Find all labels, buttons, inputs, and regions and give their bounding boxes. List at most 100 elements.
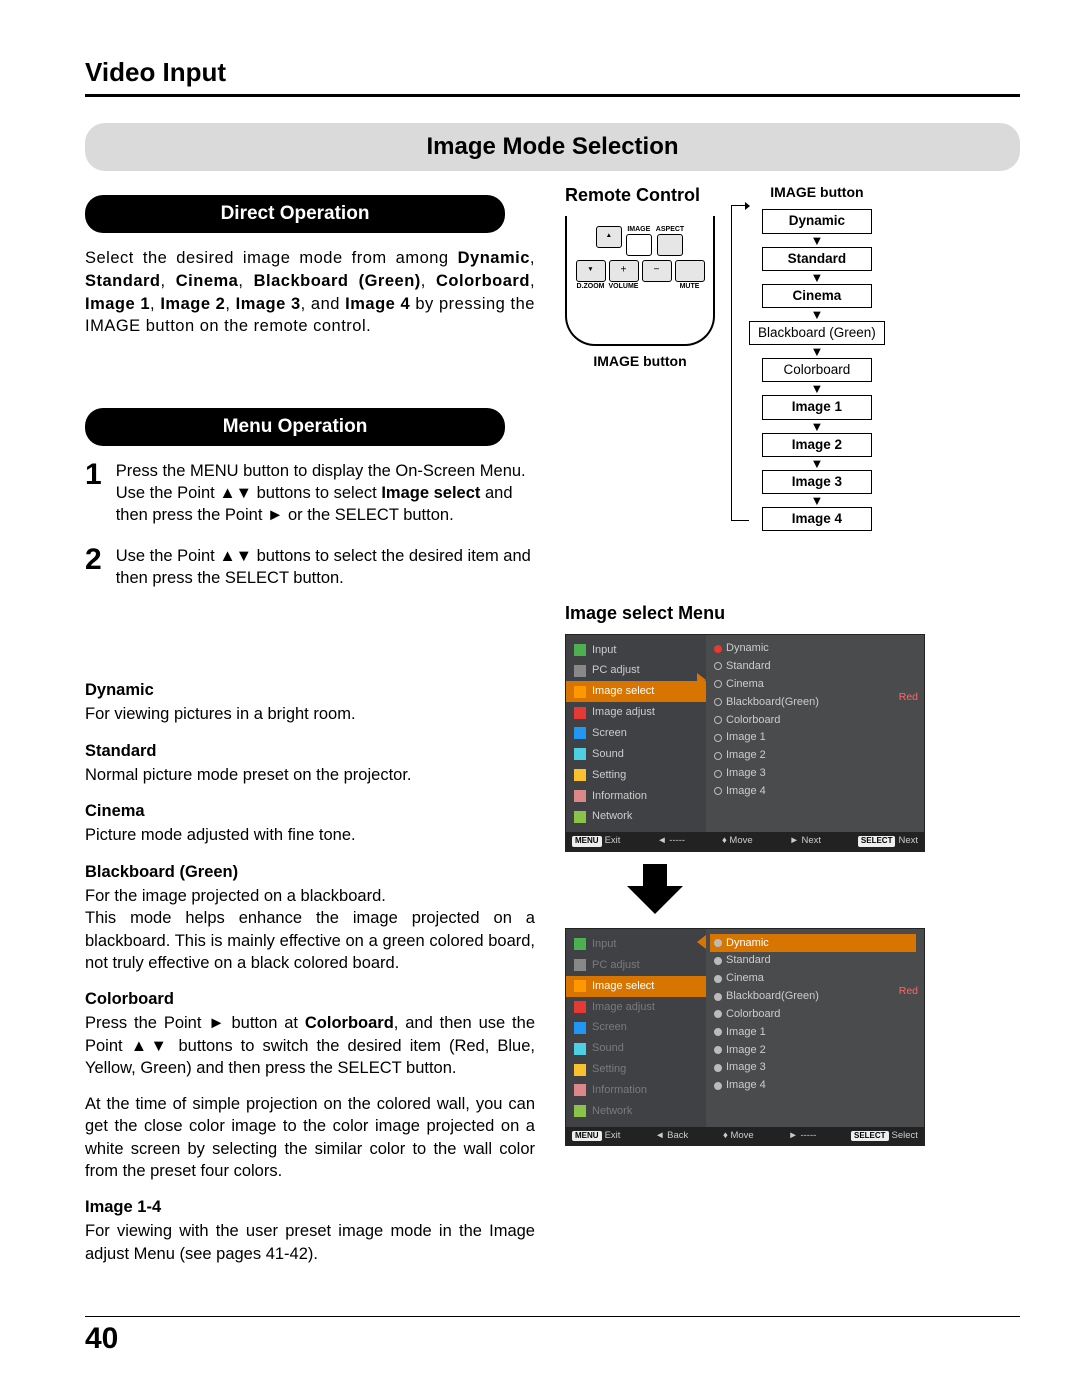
osd-menu-item: Screen [566, 723, 706, 744]
menu-step: 2 Use the Point ▲▼ buttons to select the… [85, 545, 535, 590]
osd-option: Dynamic [714, 640, 916, 658]
remote-btn-minus: － [642, 260, 672, 282]
flow-box: Image 1 [762, 395, 872, 419]
osd-footer-next: ► ----- [788, 1130, 816, 1143]
osd-menu-label: Information [592, 1083, 647, 1098]
osd-footer-2: MENUExit ◄ Back ♦ Move ► ----- SELECTSel… [566, 1127, 924, 1146]
osd-menu-item: Input [566, 640, 706, 661]
osd-menu-label: Image select [592, 684, 654, 699]
remote-btn-up: ▲ [596, 226, 622, 248]
osd-option: Colorboard [714, 1005, 916, 1023]
remote-btn-down: ▼ [576, 260, 606, 282]
flow-arrow-icon: ▼ [810, 496, 823, 505]
osd-menu-label: Sound [592, 747, 624, 762]
osd-footer-1: MENUExit ◄ ----- ♦ Move ► Next SELECTNex… [566, 832, 924, 851]
step-number: 1 [85, 460, 102, 527]
remote-btn-aspect [657, 234, 683, 256]
osd-option: Image 4 [714, 1077, 916, 1095]
mode-block: DynamicFor viewing pictures in a bright … [85, 679, 535, 726]
osd-menu-label: Sound [592, 1041, 624, 1056]
osd-option: Image 1 [714, 729, 916, 747]
osd-option: Image 3 [714, 765, 916, 783]
step-number: 2 [85, 545, 102, 590]
osd-menu-item: PC adjust [566, 660, 706, 681]
mode-desc: Press the Point ► button at Colorboard, … [85, 1012, 535, 1079]
remote-diagram: ▲ IMAGE ASPECT ▼ [565, 216, 715, 346]
osd-menu-icon [574, 686, 586, 698]
down-arrow-icon [625, 864, 1020, 914]
mode-name: Cinema [85, 800, 535, 822]
osd-menu-item: Image adjust [566, 997, 706, 1018]
osd-footer-back: ◄ Back [655, 1130, 688, 1143]
osd-pointer-right [697, 673, 706, 687]
osd-option: Image 4 [714, 782, 916, 800]
osd-menu-icon [574, 707, 586, 719]
flow-box: Colorboard [762, 358, 872, 382]
osd-menu-item: Setting [566, 1059, 706, 1080]
remote-lbl-aspect: ASPECT [656, 226, 684, 233]
mode-descriptions: DynamicFor viewing pictures in a bright … [85, 679, 535, 1265]
mode-desc: For viewing pictures in a bright room. [85, 703, 535, 725]
flow-arrow-icon: ▼ [810, 384, 823, 393]
flow-box: Image 3 [762, 470, 872, 494]
osd-heading: Image select Menu [565, 601, 1020, 625]
osd-menu-icon [574, 727, 586, 739]
remote-btn-image [626, 234, 652, 256]
osd-menu-label: PC adjust [592, 663, 640, 678]
osd-option: Standard [714, 952, 916, 970]
mode-name: Image 1-4 [85, 1196, 535, 1218]
osd-menu-item: Image select [566, 976, 706, 997]
osd-menu-label: Input [592, 937, 616, 952]
osd-option: Standard [714, 657, 916, 675]
flow-box: Image 4 [762, 507, 872, 531]
osd-menu-icon [574, 769, 586, 781]
osd-option: Blackboard(Green) [714, 693, 916, 711]
image-button-flow: IMAGE button Dynamic▼Standard▼Cinema▼Bla… [729, 183, 885, 531]
mode-desc: For viewing with the user preset image m… [85, 1220, 535, 1265]
osd-menu-item: Image adjust [566, 702, 706, 723]
direct-operation-text: Select the desired image mode from among… [85, 247, 535, 338]
osd-footer-exit: MENUExit [572, 1130, 620, 1143]
flow-box: Cinema [762, 284, 872, 308]
osd-menu-icon [574, 790, 586, 802]
osd-menu-label: PC adjust [592, 958, 640, 973]
osd-option: Image 2 [714, 1041, 916, 1059]
remote-btn-plus: ＋ [609, 260, 639, 282]
osd-menu-icon [574, 1064, 586, 1076]
flow-arrow-icon: ▼ [810, 310, 823, 319]
mode-name: Blackboard (Green) [85, 861, 535, 883]
osd-menu-item: Network [566, 806, 706, 827]
osd-menu-item: Image select [566, 681, 706, 702]
osd-option: Colorboard [714, 711, 916, 729]
osd-menu-item: Sound [566, 744, 706, 765]
remote-lbl-image: IMAGE [627, 226, 650, 233]
osd-footer-move: ♦ Move [722, 835, 753, 848]
osd-menu-label: Image select [592, 979, 654, 994]
flow-arrow-icon: ▼ [810, 422, 823, 431]
osd-menu-icon [574, 1001, 586, 1013]
osd-menu-item: Sound [566, 1038, 706, 1059]
menu-step: 1 Press the MENU button to display the O… [85, 460, 535, 527]
osd-menu-icon [574, 665, 586, 677]
osd-menu-item: PC adjust [566, 955, 706, 976]
flow-box: Dynamic [762, 209, 872, 233]
page-number: 40 [85, 1319, 118, 1360]
osd-menu-icon [574, 959, 586, 971]
osd-menu-label: Setting [592, 1062, 626, 1077]
osd-menu-label: Screen [592, 1020, 627, 1035]
mode-block: Blackboard (Green)For the image projecte… [85, 861, 535, 974]
right-column: Remote Control ▲ IMAGE ASPECT [565, 183, 1020, 1279]
osd-menu-item: Input [566, 934, 706, 955]
step-text: Use the Point ▲▼ buttons to select the d… [116, 545, 535, 590]
pill-menu-operation: Menu Operation [85, 408, 505, 446]
remote-lbl-mute: MUTE [680, 283, 700, 290]
osd-menu-label: Information [592, 789, 647, 804]
osd-footer-select: SELECTSelect [851, 1130, 918, 1143]
flow-box: Standard [762, 247, 872, 271]
remote-lbl-dzoom: D.ZOOM [577, 283, 605, 290]
mode-block: Image 1-4For viewing with the user prese… [85, 1196, 535, 1265]
osd-menu-label: Network [592, 1104, 632, 1119]
flow-arrow-icon: ▼ [810, 236, 823, 245]
osd-footer-select: SELECTNext [858, 835, 918, 848]
mode-name: Standard [85, 740, 535, 762]
